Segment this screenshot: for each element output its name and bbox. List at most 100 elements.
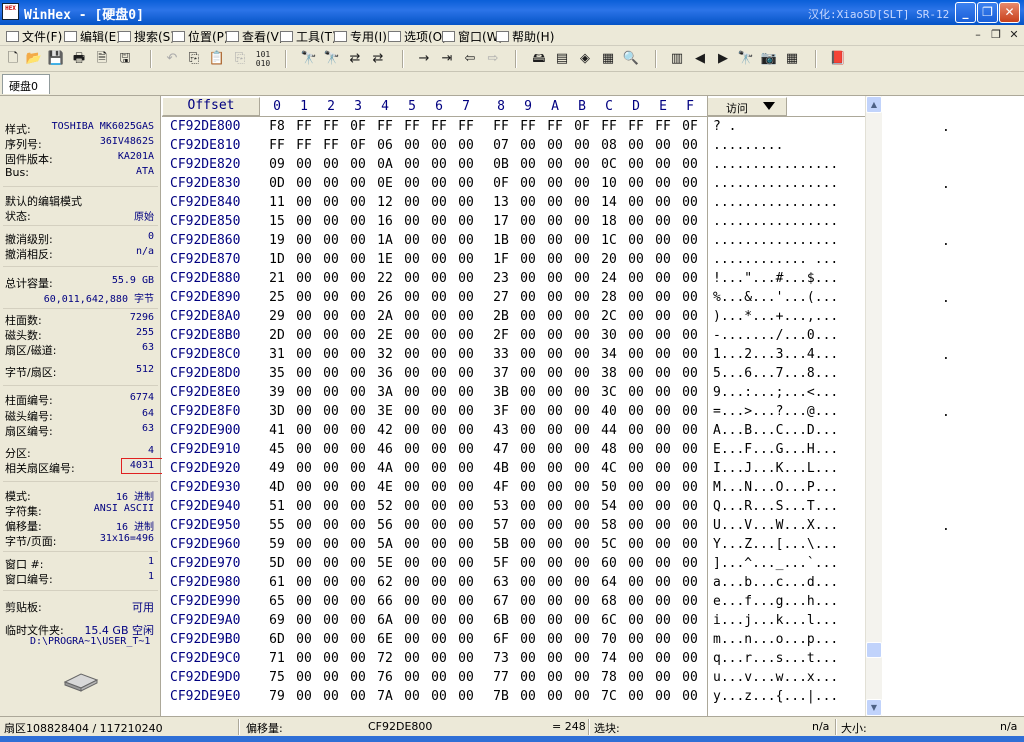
hex-byte[interactable]: 16 [375, 214, 395, 229]
hex-byte[interactable]: 12 [375, 195, 395, 210]
hex-byte[interactable]: 00 [294, 271, 314, 286]
hex-byte[interactable]: 00 [402, 423, 422, 438]
hex-byte[interactable]: 00 [348, 537, 368, 552]
hex-row[interactable]: CF92DE9D0 75 00 00 00 76 00 00 00 77 00 00 00 78 00 00 0… [162, 668, 869, 687]
hex-row[interactable]: CF92DE8C0 31 00 00 00 32 00 00 00 33 00 00 00 34 00 00 0… [162, 345, 869, 364]
hex-byte[interactable]: 00 [545, 556, 565, 571]
access-dropdown[interactable]: 访问 [707, 97, 787, 116]
hex-byte[interactable]: 00 [518, 290, 538, 305]
hex-byte[interactable]: 00 [348, 499, 368, 514]
hex-byte[interactable]: 00 [680, 480, 700, 495]
hex-byte[interactable]: 00 [402, 651, 422, 666]
hex-byte[interactable]: 00 [402, 594, 422, 609]
hex-byte[interactable]: 00 [626, 632, 646, 647]
hex-byte[interactable]: 00 [456, 176, 476, 191]
hex-byte[interactable]: 00 [402, 271, 422, 286]
hex-byte[interactable]: 00 [456, 632, 476, 647]
hex-byte[interactable]: 2C [599, 309, 619, 324]
hex-byte[interactable]: 00 [321, 214, 341, 229]
hex-byte[interactable]: 00 [294, 461, 314, 476]
hex-byte[interactable]: 00 [653, 290, 673, 305]
hex-byte[interactable]: 00 [572, 157, 592, 172]
hex-byte[interactable]: 00 [348, 157, 368, 172]
hex-byte[interactable]: 00 [456, 271, 476, 286]
hex-row[interactable]: CF92DE8A0 29 00 00 00 2A 00 00 00 2B 00 00 00 2C 00 00 0… [162, 307, 869, 326]
hex-byte[interactable]: FF [375, 119, 395, 134]
hex-byte[interactable]: 00 [402, 461, 422, 476]
hex-byte[interactable]: 00 [626, 309, 646, 324]
hex-byte[interactable]: FF [321, 138, 341, 153]
hex-byte[interactable]: 00 [429, 632, 449, 647]
hex-byte[interactable]: 00 [294, 328, 314, 343]
hex-byte[interactable]: 24 [599, 271, 619, 286]
hex-byte[interactable]: 00 [429, 651, 449, 666]
ascii-text[interactable]: a...b...c...d... [713, 575, 838, 590]
ascii-text[interactable]: 9...:...;...<... [713, 385, 838, 400]
hex-byte[interactable]: 00 [545, 233, 565, 248]
disk-editor-icon[interactable]: 🖴 [530, 50, 548, 68]
hex-byte[interactable]: 00 [429, 252, 449, 267]
new-file-icon[interactable]: 🗋 [4, 50, 22, 68]
find-text-icon[interactable]: 🔭 [300, 50, 318, 68]
hex-byte[interactable]: 00 [348, 689, 368, 704]
hex-byte[interactable]: 5B [491, 537, 511, 552]
hex-byte[interactable]: 00 [348, 176, 368, 191]
hex-byte[interactable]: 75 [267, 670, 287, 685]
hex-byte[interactable]: 00 [545, 670, 565, 685]
hex-byte[interactable]: 00 [680, 233, 700, 248]
hex-byte[interactable]: 3E [375, 404, 395, 419]
hex-byte[interactable]: 00 [348, 670, 368, 685]
hex-byte[interactable]: 00 [456, 670, 476, 685]
hex-byte[interactable]: 00 [680, 537, 700, 552]
hex-byte[interactable]: 00 [626, 176, 646, 191]
hex-byte[interactable]: 00 [294, 651, 314, 666]
hex-byte[interactable]: 00 [653, 271, 673, 286]
hex-byte[interactable]: 36 [375, 366, 395, 381]
hex-row[interactable]: CF92DE930 4D 00 00 00 4E 00 00 00 4F 00 00 00 50 00 00 0… [162, 478, 869, 497]
hex-byte[interactable]: 00 [456, 328, 476, 343]
hex-byte[interactable]: 57 [491, 518, 511, 533]
hex-byte[interactable]: 00 [429, 575, 449, 590]
hex-byte[interactable]: 00 [653, 404, 673, 419]
hex-byte[interactable]: 00 [518, 347, 538, 362]
hex-byte[interactable]: 74 [599, 651, 619, 666]
hex-byte[interactable]: 00 [321, 613, 341, 628]
hex-byte[interactable]: 00 [572, 404, 592, 419]
hex-byte[interactable]: 00 [653, 632, 673, 647]
hex-byte[interactable]: 00 [518, 461, 538, 476]
hex-byte[interactable]: 00 [402, 138, 422, 153]
menu-file[interactable]: 文件(F) [6, 28, 62, 45]
hex-byte[interactable]: 00 [348, 233, 368, 248]
grid-icon[interactable]: ▦ [783, 50, 801, 68]
hex-byte[interactable]: 00 [429, 138, 449, 153]
hex-byte[interactable]: 64 [599, 575, 619, 590]
hex-byte[interactable]: 00 [518, 537, 538, 552]
hex-byte[interactable]: 00 [294, 575, 314, 590]
hex-byte[interactable]: 00 [456, 499, 476, 514]
hex-row[interactable]: CF92DE940 51 00 00 00 52 00 00 00 53 00 00 00 54 00 00 0… [162, 497, 869, 516]
hex-byte[interactable]: 4C [599, 461, 619, 476]
hex-byte[interactable]: 00 [572, 556, 592, 571]
hex-byte[interactable]: 38 [599, 366, 619, 381]
ascii-text[interactable]: ................ [713, 233, 838, 248]
hex-byte[interactable]: 00 [653, 176, 673, 191]
hex-byte[interactable]: 00 [348, 632, 368, 647]
hex-byte[interactable]: 00 [321, 423, 341, 438]
hex-byte[interactable]: 27 [491, 290, 511, 305]
hex-byte[interactable]: 53 [491, 499, 511, 514]
hex-byte[interactable]: 00 [402, 480, 422, 495]
hex-byte[interactable]: 60 [599, 556, 619, 571]
hex-byte[interactable]: FF [294, 138, 314, 153]
hex-byte[interactable]: 71 [267, 651, 287, 666]
hex-byte[interactable]: 00 [680, 176, 700, 191]
hex-byte[interactable]: 00 [518, 214, 538, 229]
hex-byte[interactable]: 3C [599, 385, 619, 400]
hex-byte[interactable]: 00 [321, 632, 341, 647]
hex-byte[interactable]: 00 [294, 594, 314, 609]
hex-byte[interactable]: 00 [429, 214, 449, 229]
hex-byte[interactable]: 00 [545, 214, 565, 229]
hex-byte[interactable]: 32 [375, 347, 395, 362]
camera-icon[interactable]: 📷 [760, 50, 778, 68]
close-button[interactable]: ✕ [999, 2, 1020, 23]
hex-row[interactable]: CF92DE960 59 00 00 00 5A 00 00 00 5B 00 00 00 5C 00 00 0… [162, 535, 869, 554]
